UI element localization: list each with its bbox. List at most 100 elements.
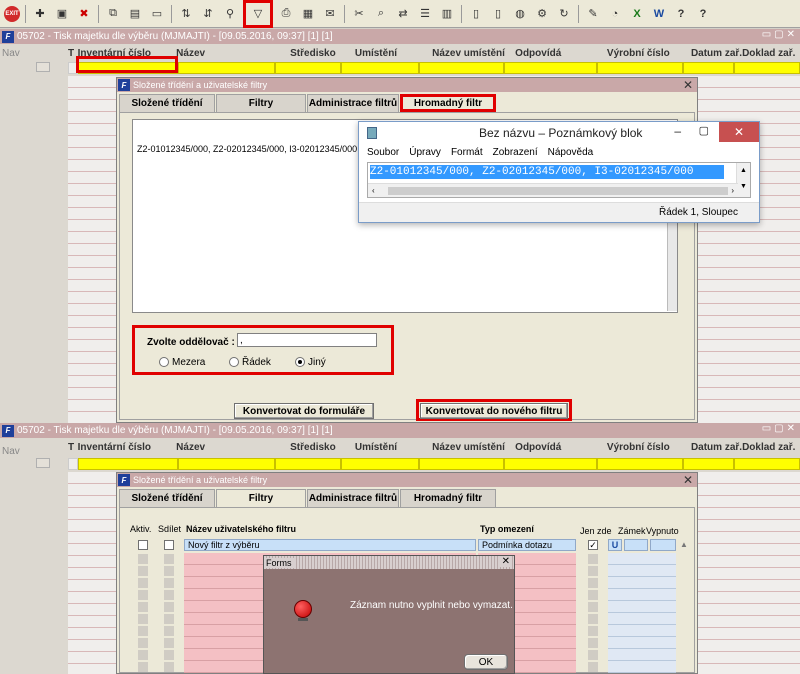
tab-filters[interactable]: Filtry (216, 94, 306, 112)
maximize-icon[interactable]: ▢ (699, 124, 709, 137)
clear-icon[interactable]: ▭ (148, 5, 166, 23)
excel-icon[interactable]: X (628, 5, 646, 23)
query-cell-date[interactable] (682, 62, 735, 74)
cut-icon[interactable]: ✂ (350, 5, 368, 23)
sort-desc-icon[interactable]: ⇵ (199, 5, 217, 23)
doc-icon[interactable]: ▯ (467, 5, 485, 23)
columns-icon[interactable]: ▥ (438, 5, 456, 23)
window-title: 05702 - Tisk majetku dle výběru (MJMAJTI… (17, 31, 333, 42)
query-cell-location-name[interactable] (419, 62, 504, 74)
query-cell-date[interactable] (682, 458, 735, 470)
menu-format[interactable]: Formát (451, 147, 483, 158)
query-cell-serial[interactable] (597, 458, 683, 470)
query-cell-doc[interactable] (734, 62, 800, 74)
convert-to-new-filter-button[interactable]: Konvertovat do nového filtru (420, 403, 568, 419)
search-icon[interactable]: ⚲ (221, 5, 239, 23)
active-checkbox[interactable] (138, 540, 148, 550)
tab-filter-admin[interactable]: Administrace filtrů (307, 94, 399, 112)
window-controls[interactable]: ▭▢✕ (762, 29, 798, 40)
query-cell-center[interactable] (274, 458, 341, 470)
refresh-icon[interactable]: ↻ (555, 5, 573, 23)
doc2-icon[interactable]: ▯ (489, 5, 507, 23)
filter-name-cell[interactable]: Nový filtr z výběru (184, 539, 476, 551)
ok-button[interactable]: OK (464, 654, 508, 670)
help-icon[interactable]: ? (672, 5, 690, 23)
whatsthis-icon[interactable]: ? (694, 5, 712, 23)
menu-file[interactable]: Soubor (367, 147, 399, 158)
tab-compound-sort[interactable]: Složené třídění (119, 489, 215, 507)
scroll-right-icon[interactable]: › (731, 184, 734, 198)
radio-other[interactable]: Jiný (295, 357, 326, 368)
notepad-hscroll[interactable]: ‹ › (368, 183, 738, 197)
window-title: 05702 - Tisk majetku dle výběru (MJMAJTI… (17, 425, 333, 436)
lock-disabled-rows[interactable] (608, 553, 676, 673)
share-checkbox[interactable] (164, 540, 174, 550)
query-cell-name[interactable] (178, 62, 275, 74)
query-cell-inv[interactable] (77, 458, 179, 470)
tab-bulk-filter[interactable]: Hromadný filtr (400, 489, 496, 507)
query-cell-doc[interactable] (734, 458, 800, 470)
delete-icon[interactable]: ✖ (75, 5, 93, 23)
tab-bulk-filter[interactable]: Hromadný filtr (400, 94, 496, 112)
filter-icon[interactable]: ▽ (243, 0, 273, 28)
calc-icon[interactable]: ◔ (606, 5, 624, 23)
scroll-up-icon[interactable]: ▲ (680, 540, 688, 549)
notepad-vscroll[interactable]: ▲ ▼ (736, 163, 750, 197)
gear-icon[interactable]: ⚙ (533, 5, 551, 23)
convert-to-form-button[interactable]: Konvertovat do formuláře (234, 403, 374, 419)
radio-selected-icon (295, 357, 305, 368)
textarea-scrollbar[interactable] (667, 223, 677, 311)
scroll-thumb[interactable] (388, 187, 728, 195)
menu-view[interactable]: Zobrazení (493, 147, 538, 158)
filter-type-cell[interactable]: Podmínka dotazu (478, 539, 576, 551)
lock-cell[interactable]: U (608, 539, 622, 551)
window-controls[interactable]: ▭▢✕ (762, 423, 798, 434)
list-icon[interactable]: ☰ (416, 5, 434, 23)
print-icon[interactable]: ⎙ (277, 5, 295, 23)
lock-cell-2[interactable] (624, 539, 648, 551)
globe-icon[interactable]: ◍ (511, 5, 529, 23)
new-record-icon[interactable]: ✚ (31, 5, 49, 23)
notepad-editor[interactable]: Z2-01012345/000, Z2-02012345/000, I3-020… (367, 162, 751, 198)
separator-input[interactable] (237, 333, 377, 347)
word-icon[interactable]: W (650, 5, 668, 23)
sort-asc-icon[interactable]: ⇅ (177, 5, 195, 23)
query-cell-t[interactable] (68, 458, 78, 470)
menu-help[interactable]: Nápověda (548, 147, 594, 158)
scroll-left-icon[interactable]: ‹ (372, 186, 375, 195)
edit-icon[interactable]: ✎ (584, 5, 602, 23)
replace-icon[interactable]: ⇄ (394, 5, 412, 23)
close-icon[interactable]: ✕ (499, 556, 512, 567)
close-icon[interactable]: ✕ (683, 473, 693, 487)
query-cell-responsible[interactable] (503, 62, 598, 74)
radio-line[interactable]: Řádek (229, 357, 271, 368)
disabled-cell[interactable] (650, 539, 676, 551)
query-cell-location[interactable] (340, 62, 420, 74)
nav-label: Nav (2, 48, 20, 59)
query-cell-location[interactable] (340, 458, 420, 470)
mail-icon[interactable]: ✉ (321, 5, 339, 23)
close-icon[interactable]: ✕ (683, 78, 693, 92)
print-preview-icon[interactable]: ▦ (299, 5, 317, 23)
close-icon[interactable]: ✕ (719, 122, 759, 142)
paste-icon[interactable]: ▤ (126, 5, 144, 23)
nav-scroll-button[interactable] (36, 62, 50, 72)
radio-space[interactable]: Mezera (159, 357, 205, 368)
only-here-column (588, 554, 598, 672)
menu-edit[interactable]: Úpravy (409, 147, 441, 158)
query-cell-serial[interactable] (597, 62, 683, 74)
tab-compound-sort[interactable]: Složené třídění (119, 94, 215, 112)
tab-filters[interactable]: Filtry (216, 489, 306, 507)
only-here-checkbox-checked[interactable]: ✓ (588, 540, 598, 550)
copy-icon[interactable]: ⧉ (104, 5, 122, 23)
minimize-icon[interactable]: – (674, 124, 681, 138)
query-cell-responsible[interactable] (503, 458, 598, 470)
query-cell-center[interactable] (274, 62, 341, 74)
query-cell-name[interactable] (178, 458, 275, 470)
query-cell-location-name[interactable] (419, 458, 504, 470)
exit-icon[interactable]: EXIT (4, 5, 20, 22)
nav-scroll-button[interactable] (36, 458, 50, 468)
find-icon[interactable]: ⌕ (372, 5, 390, 23)
save-icon[interactable]: ▣ (53, 5, 71, 23)
tab-filter-admin[interactable]: Administrace filtrů (307, 489, 399, 507)
